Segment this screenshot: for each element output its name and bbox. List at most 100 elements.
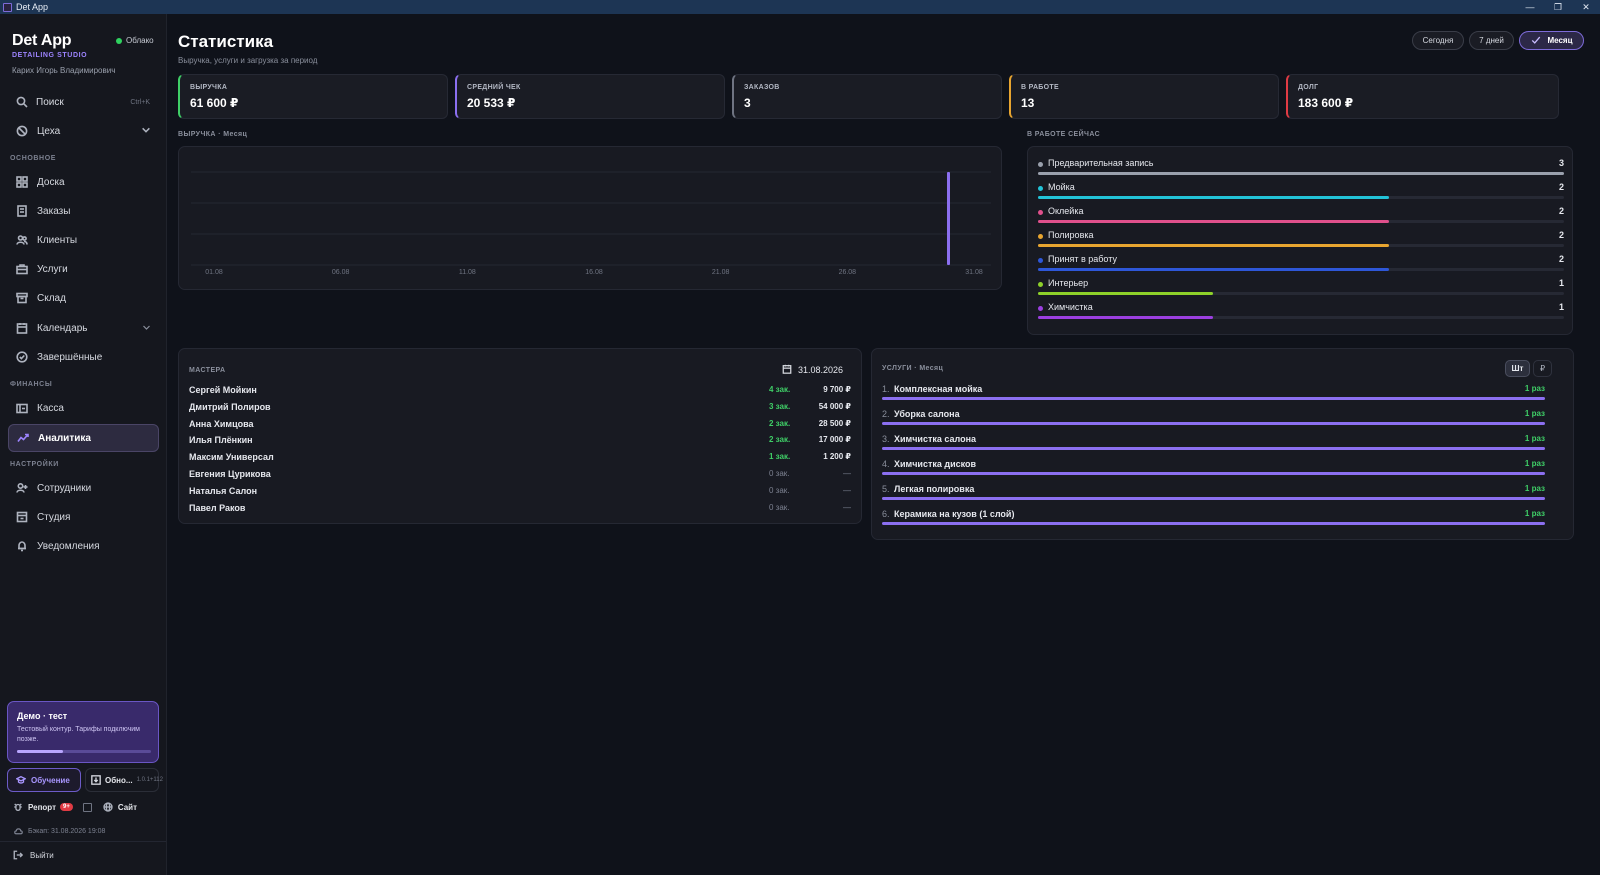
service-name: Химчистка салона	[894, 433, 977, 444]
work-status-row: Принят в работу 2	[1038, 254, 1564, 278]
kpi-label: ДОЛГ	[1298, 84, 1319, 91]
period-7days-button[interactable]: 7 дней	[1469, 31, 1514, 50]
kpi-value: 183 600 ₽	[1298, 96, 1354, 110]
search-box[interactable]: Поиск Ctrl+K	[8, 91, 158, 113]
minimize-button[interactable]: —	[1516, 0, 1544, 14]
user-name: Карих Игорь Владимирович	[12, 66, 116, 75]
work-status-fill	[1038, 172, 1564, 175]
chart-x-tick: 06.08	[332, 269, 350, 276]
master-row[interactable]: Павел Раков 0 зак. —	[189, 503, 851, 520]
sidebar-item-analytics[interactable]: Аналитика	[8, 424, 159, 452]
kpi-value: 3	[744, 96, 751, 110]
demo-progress	[17, 750, 151, 753]
sidebar-item-services[interactable]: Услуги	[8, 256, 159, 282]
work-status-name: Мойка	[1048, 182, 1075, 192]
service-bar	[882, 521, 1545, 525]
master-name: Максим Универсал	[189, 452, 274, 463]
master-row[interactable]: Анна Химцова 2 зак. 28 500 ₽	[189, 419, 851, 436]
period-month-label: Месяц	[1547, 36, 1573, 45]
sidebar-item-board[interactable]: Доска	[8, 169, 159, 195]
work-status-count: 2	[1558, 230, 1564, 240]
period-today-button[interactable]: Сегодня	[1412, 31, 1464, 50]
receipt-icon	[16, 205, 28, 217]
page-title: Статистика	[178, 32, 274, 51]
work-status-name: Полировка	[1048, 230, 1094, 240]
sidebar-item-label: Клиенты	[37, 234, 78, 246]
master-row[interactable]: Евгения Цурикова 0 зак. —	[189, 469, 851, 486]
check-circle-icon	[16, 351, 28, 363]
site-link[interactable]: Сайт	[118, 803, 137, 812]
update-button[interactable]: Обно... 1.0.1+112	[85, 768, 163, 792]
bug-icon	[12, 801, 24, 813]
square-icon[interactable]	[82, 802, 92, 812]
service-index: 6.	[882, 508, 890, 519]
learn-button-label: Обучение	[31, 775, 70, 785]
calendar-icon	[16, 322, 28, 334]
service-row[interactable]: 2. Уборка салона 1 раз	[882, 409, 1545, 433]
status-dot-icon	[1038, 258, 1043, 263]
sidebar-item-clients[interactable]: Клиенты	[8, 227, 159, 253]
section-label-finance: ФИНАНСЫ	[10, 381, 53, 388]
service-times: 1 раз	[1524, 458, 1545, 468]
service-index: 3.	[882, 433, 890, 444]
revenue-chart: 01.08 06.08 11.08 16.08 21.08 26.08 31.08	[178, 146, 1002, 290]
brand-subtitle: DETAILING STUDIO	[12, 52, 88, 59]
service-row[interactable]: 4. Химчистка дисков 1 раз	[882, 459, 1545, 483]
service-times: 1 раз	[1524, 408, 1545, 418]
master-row[interactable]: Дмитрий Полиров 3 зак. 54 000 ₽	[189, 402, 851, 419]
period-month-button[interactable]: Месяц	[1519, 31, 1584, 50]
sidebar-item-cashbox[interactable]: Касса	[8, 395, 159, 421]
logout-button[interactable]: Выйти	[12, 849, 54, 861]
report-link[interactable]: Репорт	[28, 803, 56, 812]
master-row[interactable]: Сергей Мойкин 4 зак. 9 700 ₽	[189, 385, 851, 402]
sidebar-item-employees[interactable]: Сотрудники	[8, 475, 159, 501]
revenue-chart-svg: 01.08 06.08 11.08 16.08 21.08 26.08 31.08	[191, 171, 991, 276]
work-status-track	[1038, 196, 1564, 199]
service-name: Керамика на кузов (1 слой)	[894, 508, 1015, 519]
sidebar-item-warehouse[interactable]: Склад	[8, 285, 159, 311]
chevron-down-icon	[142, 323, 151, 334]
service-row[interactable]: 5. Легкая полировка 1 раз	[882, 484, 1545, 508]
service-row[interactable]: 6. Керамика на кузов (1 слой) 1 раз	[882, 509, 1545, 533]
master-orders: 2 зак.	[769, 418, 791, 428]
sidebar-item-label: Сотрудники	[37, 482, 92, 494]
logout-icon	[12, 849, 24, 861]
sidebar-item-completed[interactable]: Завершённые	[8, 344, 159, 370]
chart-x-tick: 21.08	[712, 269, 730, 276]
services-toggle-count[interactable]: Шт	[1505, 360, 1530, 377]
sidebar-item-notifications[interactable]: Уведомления	[8, 533, 159, 559]
service-bar	[882, 496, 1545, 500]
work-status-fill	[1038, 220, 1389, 223]
sidebar-item-studio[interactable]: Студия	[8, 504, 159, 530]
work-status-count: 2	[1558, 206, 1564, 216]
kpi-in-progress: В РАБОТЕ 13	[1009, 74, 1279, 119]
master-row[interactable]: Максим Универсал 1 зак. 1 200 ₽	[189, 452, 851, 469]
work-status-fill	[1038, 268, 1389, 271]
master-row[interactable]: Наталья Салон 0 зак. —	[189, 486, 851, 503]
kpi-debt: ДОЛГ 183 600 ₽	[1286, 74, 1559, 119]
service-row[interactable]: 3. Химчистка салона 1 раз	[882, 434, 1545, 458]
master-orders: 3 зак.	[769, 401, 791, 411]
sidebar-item-label: Завершённые	[37, 351, 103, 363]
learn-button[interactable]: Обучение	[7, 768, 81, 792]
briefcase-icon	[16, 263, 28, 275]
master-row[interactable]: Илья Плёнкин 2 зак. 17 000 ₽	[189, 435, 851, 452]
sidebar-item-orders[interactable]: Заказы	[8, 198, 159, 224]
sidebar-item-label: Календарь	[37, 322, 88, 334]
work-status-count: 2	[1558, 182, 1564, 192]
service-row[interactable]: 1. Комплексная мойка 1 раз	[882, 384, 1545, 408]
master-name: Сергей Мойкин	[189, 385, 257, 395]
sidebar-item-label: Услуги	[37, 263, 68, 275]
close-button[interactable]: ✕	[1572, 0, 1600, 14]
sidebar-item-calendar[interactable]: Календарь	[8, 315, 159, 341]
kpi-label: СРЕДНИЙ ЧЕК	[467, 84, 521, 91]
maximize-button[interactable]: ❐	[1544, 0, 1572, 14]
master-name: Евгения Цурикова	[189, 469, 271, 479]
chart-bar[interactable]	[947, 172, 950, 265]
services-toggle-rub[interactable]: ₽	[1533, 360, 1552, 377]
work-status-row: Интерьер 1	[1038, 278, 1564, 302]
masters-date-picker[interactable]: 31.08.2026	[782, 364, 843, 376]
workshops-selector[interactable]: Цеха	[8, 118, 159, 144]
demo-plan-card[interactable]: Демо · тест Тестовый контур. Тарифы подк…	[7, 701, 159, 763]
trend-chart-icon	[17, 432, 29, 444]
